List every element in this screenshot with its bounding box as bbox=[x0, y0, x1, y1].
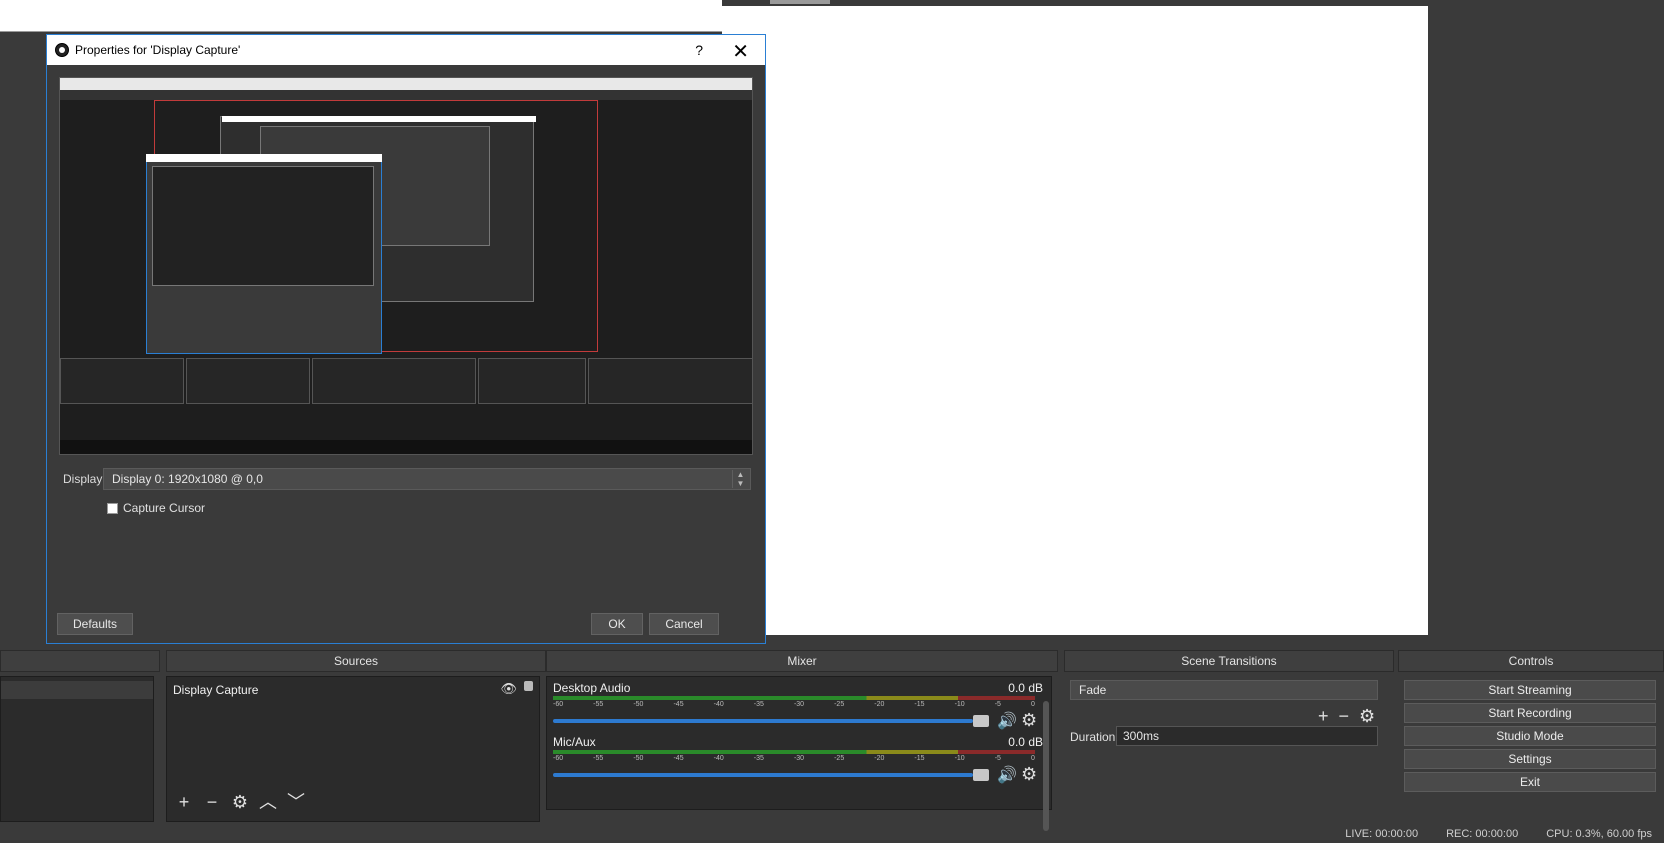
mixer-channel-mic: Mic/Aux 0.0 dB -60 -55 -50 -45 -40 -35 -30 -25-… bbox=[553, 735, 1043, 785]
nested-dialog-preview bbox=[152, 166, 374, 286]
display-select-value: Display 0: 1920x1080 @ 0,0 bbox=[112, 472, 263, 486]
channel-name: Mic/Aux bbox=[553, 735, 596, 749]
start-streaming-button[interactable]: Start Streaming bbox=[1404, 680, 1656, 700]
fader-handle[interactable] bbox=[973, 769, 989, 781]
mixer-scrollbar[interactable] bbox=[1043, 701, 1049, 831]
transitions-header: Scene Transitions bbox=[1064, 650, 1394, 672]
exit-button[interactable]: Exit bbox=[1404, 772, 1656, 792]
obs-logo-icon bbox=[55, 43, 69, 57]
controls-header: Controls bbox=[1398, 650, 1664, 672]
meter-ticks: -60 -55 -50 -45 -40 -35 -30 -25 -20 -15 -10 -5 0 bbox=[553, 701, 1035, 708]
controls-dock: Controls Start Streaming Start Recording… bbox=[1398, 650, 1664, 826]
channel-db: 0.0 dB bbox=[1008, 681, 1043, 695]
capture-preview bbox=[59, 77, 753, 455]
capture-cursor-row[interactable]: Capture Cursor bbox=[107, 501, 205, 515]
transition-select-value: Fade bbox=[1079, 683, 1107, 697]
remove-source-icon[interactable]: − bbox=[203, 793, 221, 811]
gear-icon[interactable]: ⚙ bbox=[231, 793, 249, 811]
nested-white-bar bbox=[222, 116, 536, 122]
mixer-body: Desktop Audio 0.0 dB -60 -55 -50 -45 -40 -35-… bbox=[546, 676, 1052, 831]
scene-row[interactable] bbox=[1, 681, 153, 699]
dialog-titlebar[interactable]: Properties for 'Display Capture' ? ✕ bbox=[47, 35, 765, 65]
duration-label: Duration bbox=[1070, 730, 1116, 744]
fader-handle[interactable] bbox=[973, 715, 989, 727]
studio-mode-button[interactable]: Studio Mode bbox=[1404, 726, 1656, 746]
cancel-button[interactable]: Cancel bbox=[649, 613, 719, 635]
top-white-strip bbox=[0, 0, 722, 32]
mixer-header: Mixer bbox=[546, 650, 1058, 672]
display-select[interactable]: Display 0: 1920x1080 @ 0,0 ▲ ▼ bbox=[103, 468, 751, 490]
sources-toolbar: + − ⚙ ︿ ﹀ bbox=[175, 793, 305, 811]
cpu-status: CPU: 0.3%, 60.00 fps bbox=[1546, 827, 1652, 840]
settings-button[interactable]: Settings bbox=[1404, 749, 1656, 769]
scenes-list[interactable] bbox=[0, 676, 154, 822]
volume-meter bbox=[553, 696, 1035, 700]
nested-mixer bbox=[312, 358, 476, 404]
ok-button[interactable]: OK bbox=[591, 613, 643, 635]
start-recording-button[interactable]: Start Recording bbox=[1404, 703, 1656, 723]
remove-transition-icon[interactable]: − bbox=[1339, 706, 1350, 727]
rec-status: REC: 00:00:00 bbox=[1446, 827, 1519, 840]
capture-cursor-label: Capture Cursor bbox=[123, 501, 206, 515]
duration-input[interactable]: 300ms bbox=[1116, 726, 1378, 746]
display-row: Display Display 0: 1920x1080 @ 0,0 ▲ ▼ bbox=[63, 468, 751, 490]
eye-icon[interactable]: 👁 bbox=[500, 681, 517, 697]
gear-icon[interactable]: ⚙ bbox=[1021, 764, 1037, 785]
gear-icon[interactable]: ⚙ bbox=[1359, 706, 1375, 727]
speaker-icon[interactable]: 🔊 bbox=[997, 711, 1017, 731]
sources-list[interactable]: Display Capture 👁 + − ⚙ ︿ ﹀ bbox=[166, 676, 540, 822]
nested-dialog-title bbox=[146, 154, 382, 162]
nested-taskbar bbox=[60, 440, 752, 454]
capture-cursor-checkbox[interactable] bbox=[107, 502, 118, 514]
transition-select[interactable]: Fade bbox=[1070, 680, 1378, 700]
speaker-icon[interactable]: 🔊 bbox=[997, 765, 1017, 785]
transitions-dock: Scene Transitions Fade + − ⚙ Duration 30… bbox=[1064, 650, 1394, 826]
meter-ticks: -60 -55 -50 -45 -40 -35 -30 -25 -20 -15 -10 -5 0 bbox=[553, 755, 1035, 762]
nested-menubar bbox=[60, 90, 752, 100]
volume-fader[interactable] bbox=[553, 719, 973, 723]
volume-meter bbox=[553, 750, 1035, 754]
close-icon[interactable]: ✕ bbox=[732, 39, 749, 64]
lock-icon[interactable] bbox=[524, 681, 533, 691]
properties-dialog: Properties for 'Display Capture' ? ✕ Dis… bbox=[46, 34, 766, 644]
sources-header: Sources bbox=[166, 650, 546, 672]
gear-icon[interactable]: ⚙ bbox=[1021, 710, 1037, 731]
top-divider bbox=[770, 0, 830, 4]
nested-scenes bbox=[60, 358, 184, 404]
nested-controls bbox=[588, 358, 752, 404]
scenes-dock bbox=[0, 650, 160, 826]
channel-name: Desktop Audio bbox=[553, 681, 631, 695]
dialog-title: Properties for 'Display Capture' bbox=[75, 43, 241, 57]
preview-canvas[interactable] bbox=[722, 6, 1428, 635]
add-source-icon[interactable]: + bbox=[175, 793, 193, 811]
move-down-icon[interactable]: ﹀ bbox=[287, 793, 305, 811]
nested-transitions bbox=[478, 358, 586, 404]
help-icon[interactable]: ? bbox=[695, 42, 703, 58]
channel-db: 0.0 dB bbox=[1008, 735, 1043, 749]
volume-fader[interactable] bbox=[553, 773, 973, 777]
status-bar: LIVE: 00:00:00 REC: 00:00:00 CPU: 0.3%, … bbox=[0, 824, 1664, 843]
nested-sources bbox=[186, 358, 310, 404]
transition-toolbar: + − ⚙ bbox=[1318, 706, 1375, 727]
source-item-display-capture[interactable]: Display Capture bbox=[173, 683, 258, 697]
mixer-dock: Mixer Desktop Audio 0.0 dB -60 -55 -50 -45-… bbox=[546, 650, 1058, 831]
move-up-icon[interactable]: ︿ bbox=[259, 793, 277, 811]
add-transition-icon[interactable]: + bbox=[1318, 706, 1329, 727]
defaults-button[interactable]: Defaults bbox=[57, 613, 133, 635]
nested-titlebar bbox=[60, 78, 752, 90]
sources-dock: Sources Display Capture 👁 + − ⚙ ︿ ﹀ bbox=[166, 650, 546, 826]
scenes-header bbox=[0, 650, 160, 672]
mixer-channel-desktop: Desktop Audio 0.0 dB -60 -55 -50 -45 -40 -35-… bbox=[553, 681, 1043, 731]
select-arrows-icon: ▲ ▼ bbox=[732, 470, 748, 488]
live-status: LIVE: 00:00:00 bbox=[1345, 827, 1419, 840]
duration-value: 300ms bbox=[1123, 729, 1160, 743]
display-label: Display bbox=[63, 472, 103, 486]
